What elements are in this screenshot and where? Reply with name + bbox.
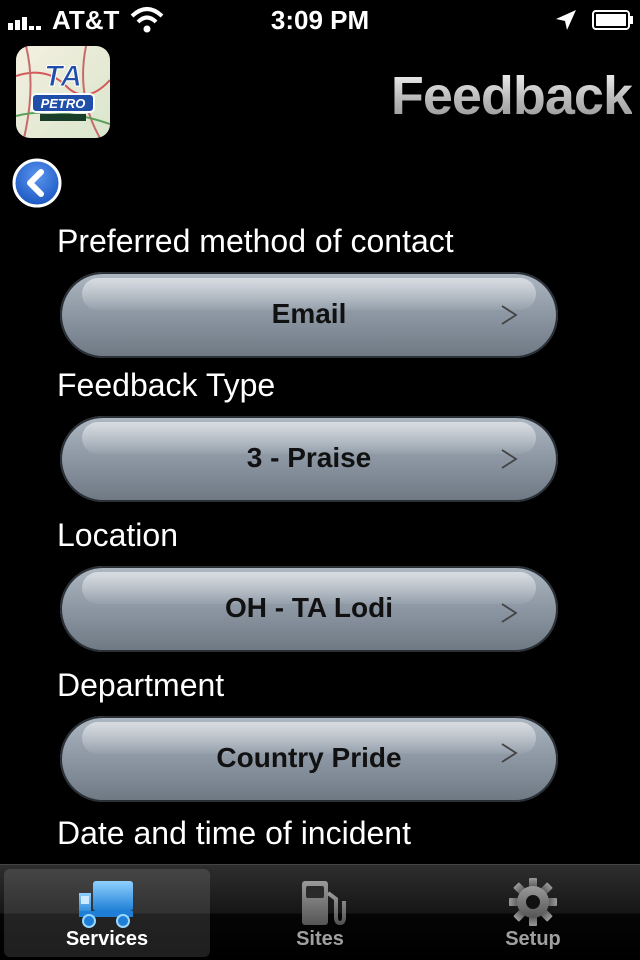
contact-method-label: Preferred method of contact bbox=[57, 223, 454, 259]
tab-services[interactable]: Services bbox=[4, 869, 210, 957]
contact-method-value: Email bbox=[271, 298, 347, 329]
location-selector[interactable]: OH - TA Lodi bbox=[60, 566, 558, 652]
location-arrow-icon bbox=[556, 10, 576, 30]
tab-setup[interactable]: Setup bbox=[430, 869, 636, 957]
chevron-right-icon bbox=[501, 603, 518, 623]
incident-datetime-label: Date and time of incident bbox=[57, 815, 411, 851]
tab-label-services: Services bbox=[65, 928, 149, 950]
location-label: Location bbox=[57, 517, 178, 553]
ta-petro-logo-icon: TA PETRO bbox=[16, 46, 110, 138]
svg-text:PETRO: PETRO bbox=[41, 96, 86, 111]
feedback-type-selector[interactable]: 3 - Praise bbox=[60, 416, 558, 502]
feedback-screen: AT&T 3:09 PM TA PETRO Feedback Preferred… bbox=[0, 0, 640, 960]
status-time: 3:09 PM bbox=[270, 5, 370, 35]
svg-text:TA: TA bbox=[44, 60, 82, 93]
department-value: Country Pride bbox=[216, 742, 402, 773]
feedback-type-value: 3 - Praise bbox=[246, 442, 372, 473]
page-title: Feedback bbox=[390, 66, 633, 126]
truck-icon bbox=[79, 881, 133, 928]
tab-label-sites: Sites bbox=[296, 928, 344, 950]
contact-method-selector[interactable]: Email bbox=[60, 272, 558, 358]
tab-label-setup: Setup bbox=[505, 928, 561, 950]
department-label: Department bbox=[57, 667, 225, 703]
tab-sites[interactable]: Sites bbox=[217, 869, 423, 957]
feedback-type-label: Feedback Type bbox=[57, 367, 276, 403]
chevron-right-icon bbox=[501, 743, 518, 763]
department-selector[interactable]: Country Pride bbox=[60, 716, 558, 802]
gear-icon bbox=[509, 878, 557, 926]
chevron-right-icon bbox=[501, 305, 518, 325]
status-bar: AT&T 3:09 PM bbox=[0, 0, 640, 40]
chevron-right-icon bbox=[501, 449, 518, 469]
back-button[interactable] bbox=[12, 158, 62, 208]
location-value: OH - TA Lodi bbox=[225, 592, 393, 623]
app-logo: TA PETRO bbox=[16, 46, 110, 138]
battery-icon bbox=[592, 10, 633, 30]
tab-bar: Services Sites Setup bbox=[0, 864, 640, 960]
fuel-pump-icon bbox=[302, 881, 346, 926]
